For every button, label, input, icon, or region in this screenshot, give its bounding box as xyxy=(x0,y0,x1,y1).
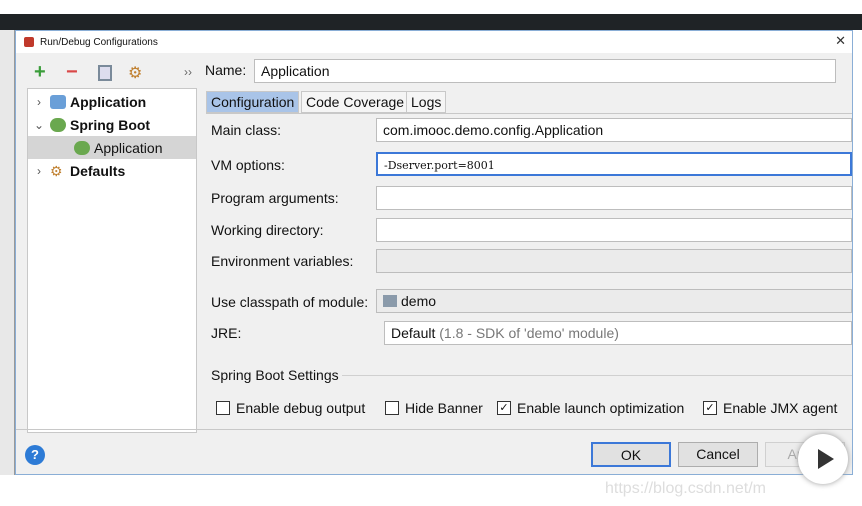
jre-select[interactable]: Default (1.8 - SDK of 'demo' module) xyxy=(384,321,852,345)
divider xyxy=(342,375,852,376)
config-tree: › Application ⌄ Spring Boot Application … xyxy=(27,88,197,433)
copy-icon[interactable] xyxy=(98,65,112,81)
enable-debug-output-checkbox[interactable]: Enable debug output xyxy=(216,400,365,416)
spring-icon xyxy=(50,117,66,132)
hide-banner-checkbox[interactable]: Hide Banner xyxy=(385,400,483,416)
jre-hint: (1.8 - SDK of 'demo' module) xyxy=(439,325,619,341)
module-folder-icon xyxy=(383,295,397,307)
tab-logs[interactable]: Logs xyxy=(406,91,447,113)
classpath-value: demo xyxy=(401,293,437,309)
checkbox-icon xyxy=(216,401,230,415)
vm-options-input[interactable]: -Dserver.port=8001 xyxy=(376,152,852,176)
window-title: Run/Debug Configurations xyxy=(40,36,158,48)
environment-variables-input[interactable] xyxy=(376,249,852,273)
tree-label: Defaults xyxy=(70,162,126,179)
chevron-right-icon[interactable]: › xyxy=(30,95,48,109)
background-window xyxy=(0,30,15,475)
checkbox-label: Hide Banner xyxy=(405,400,483,416)
top-bar xyxy=(0,0,862,30)
enable-jmx-agent-checkbox[interactable]: ✓ Enable JMX agent xyxy=(703,400,837,416)
spring-boot-settings-heading: Spring Boot Settings xyxy=(211,367,339,383)
tree-item-application[interactable]: › Application xyxy=(28,90,196,113)
title-bar: Run/Debug Configurations ✕ xyxy=(16,31,852,53)
play-icon xyxy=(818,449,834,469)
close-icon[interactable]: ✕ xyxy=(835,33,846,49)
application-icon xyxy=(50,94,66,109)
wrench-icon: ⚙ xyxy=(50,162,63,179)
name-input[interactable]: Application xyxy=(254,59,836,83)
checkbox-label: Enable JMX agent xyxy=(723,400,838,416)
tree-item-spring-application[interactable]: Application xyxy=(28,136,196,159)
divider xyxy=(16,429,852,430)
tab-configuration[interactable]: Configuration xyxy=(206,91,300,113)
spring-icon xyxy=(74,140,90,155)
check-icon: ✓ xyxy=(497,401,511,415)
jre-value: Default xyxy=(391,325,436,341)
program-arguments-input[interactable] xyxy=(376,186,852,210)
tab-code-coverage[interactable]: Code Coverage xyxy=(301,91,410,113)
check-icon: ✓ xyxy=(703,401,717,415)
jre-label: JRE: xyxy=(211,325,242,341)
vm-options-label: VM options: xyxy=(211,157,285,173)
checkbox-label: Enable debug output xyxy=(236,400,366,416)
watermark: https://blog.csdn.net/m xyxy=(605,480,766,497)
remove-icon[interactable]: − xyxy=(66,61,78,84)
checkbox-label: Enable launch optimization xyxy=(517,400,685,416)
working-directory-label: Working directory: xyxy=(211,222,324,238)
help-button[interactable]: ? xyxy=(25,445,45,465)
cancel-button[interactable]: Cancel xyxy=(678,442,758,467)
tree-label: Application xyxy=(70,93,147,110)
tree-label: Spring Boot xyxy=(70,116,151,133)
name-label: Name: xyxy=(205,62,247,78)
run-debug-dialog: Run/Debug Configurations ✕ + − ⚙ ›› › Ap… xyxy=(15,30,853,475)
chevron-right-icon[interactable]: › xyxy=(30,164,48,178)
more-icon[interactable]: ›› xyxy=(184,65,192,79)
main-class-label: Main class: xyxy=(211,122,282,138)
program-arguments-label: Program arguments: xyxy=(211,190,339,206)
classpath-label: Use classpath of module: xyxy=(211,294,369,310)
enable-launch-optimization-checkbox[interactable]: ✓ Enable launch optimization xyxy=(497,400,684,416)
tree-label: Application xyxy=(94,139,163,156)
tree-item-defaults[interactable]: › ⚙ Defaults xyxy=(28,159,196,182)
tree-item-spring-boot[interactable]: ⌄ Spring Boot xyxy=(28,113,196,136)
main-class-input[interactable]: com.imooc.demo.config.Application xyxy=(376,118,852,142)
wrench-icon[interactable]: ⚙ xyxy=(128,63,142,83)
add-icon[interactable]: + xyxy=(34,61,46,84)
app-icon xyxy=(24,37,34,47)
working-directory-input[interactable] xyxy=(376,218,852,242)
environment-variables-label: Environment variables: xyxy=(211,253,354,269)
play-button[interactable] xyxy=(798,434,848,484)
classpath-select[interactable]: demo xyxy=(376,289,852,313)
checkbox-icon xyxy=(385,401,399,415)
ok-button[interactable]: OK xyxy=(591,442,671,467)
chevron-down-icon[interactable]: ⌄ xyxy=(30,118,48,132)
